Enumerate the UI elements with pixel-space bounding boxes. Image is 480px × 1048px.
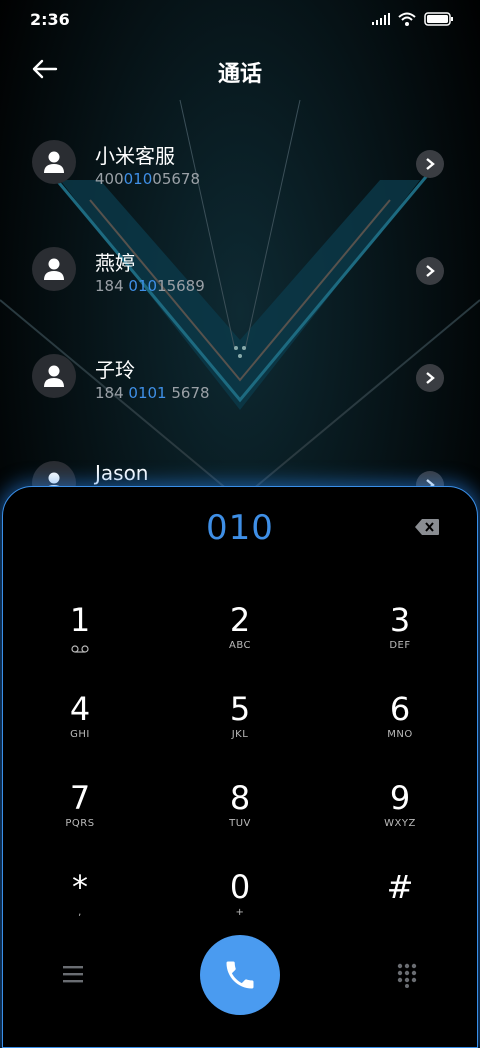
contact-name: 小米客服 [95,144,175,168]
dial-key-star[interactable]: *, [0,869,160,949]
contact-name: 子玲 [95,358,135,382]
contact-number: 40001005678 [95,170,200,188]
header: 通话 [0,50,480,90]
backspace-icon[interactable] [414,518,440,536]
status-time: 2:36 [30,10,70,29]
call-button[interactable] [200,935,280,1015]
avatar [32,140,76,184]
phone-icon [226,961,254,989]
dial-key-9[interactable]: 9 WXYZ [320,780,480,860]
person-icon [44,151,64,173]
contact-detail-button[interactable] [416,364,444,392]
status-bar: 2:36 [0,0,480,40]
contact-name: 燕婷 [95,251,135,275]
person-icon [44,258,64,280]
chevron-right-icon [426,158,435,170]
battery-icon [424,12,453,26]
dial-key-3[interactable]: 3 DEF [320,602,480,682]
dial-key-hash[interactable]: # [320,869,480,949]
dial-key-4[interactable]: 4 GHI [0,691,160,771]
dial-key-7[interactable]: 7 PQRS [0,780,160,860]
contact-detail-button[interactable] [416,257,444,285]
contact-item[interactable]: 子玲 184 0101 5678 [0,346,480,416]
keypad-grid-icon[interactable] [396,962,418,988]
dial-input-display[interactable]: 010 [0,508,480,548]
wifi-icon [398,12,416,26]
contact-detail-button[interactable] [416,150,444,178]
dial-key-1[interactable]: 1 [0,602,160,682]
voicemail-icon [71,645,89,653]
contact-item[interactable]: 小米客服 40001005678 [0,132,480,202]
dial-key-2[interactable]: 2 ABC [160,602,320,682]
person-icon [44,365,64,387]
contact-item[interactable]: 燕婷 184 01015689 [0,239,480,309]
menu-icon[interactable] [60,964,86,984]
dial-key-8[interactable]: 8 TUV [160,780,320,860]
contact-number: 184 01015689 [95,277,205,295]
avatar [32,247,76,291]
chevron-right-icon [426,265,435,277]
page-title: 通话 [217,62,262,87]
dial-key-6[interactable]: 6 MNO [320,691,480,771]
contact-name: Jason [95,461,149,485]
dial-key-5[interactable]: 5 JKL [160,691,320,771]
chevron-right-icon [426,372,435,384]
signal-icon [372,13,390,25]
contact-number: 184 0101 5678 [95,384,210,402]
status-icons [372,12,454,26]
avatar [32,354,76,398]
